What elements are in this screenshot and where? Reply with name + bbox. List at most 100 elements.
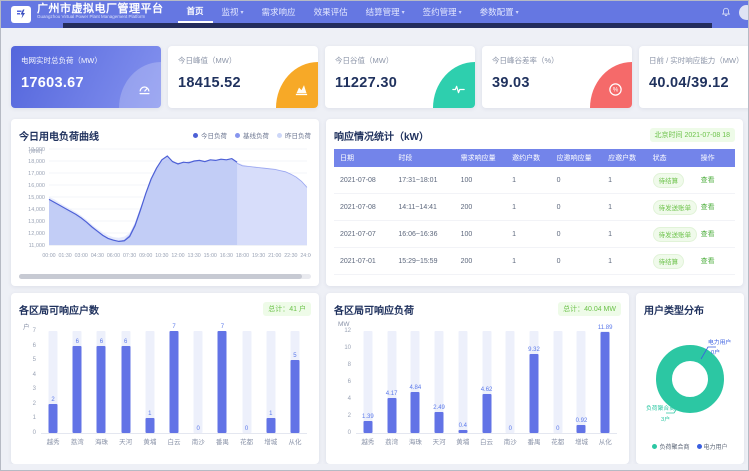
svg-text:%: % — [612, 86, 618, 93]
cell-date: 2021-07-08 — [334, 194, 395, 221]
view-link[interactable]: 查看 — [701, 177, 715, 184]
legend-label: 负荷聚合商 — [659, 442, 689, 451]
nav-item-settlement[interactable]: 结算管理▾ — [357, 1, 414, 23]
bar — [218, 331, 227, 433]
cell-responded_users: 1 — [605, 221, 649, 248]
bar-增城: 1 — [259, 331, 283, 433]
nav-item-effect-eval[interactable]: 效果评估 — [305, 1, 357, 23]
district-users-panel: 各区局可响应户数 总计：41 户 户0123456726661707015越秀荔… — [11, 293, 319, 464]
bar-value-label: 6 — [76, 339, 79, 345]
nav-item-home[interactable]: 首页 — [178, 1, 213, 23]
main-nav: 首页监视▾需求响应效果评估结算管理▾签约管理▾参数配置▾ — [178, 1, 528, 23]
bar-海珠: 6 — [89, 331, 113, 433]
x-axis-label: 天河 — [114, 436, 138, 446]
bar-track — [553, 331, 562, 433]
x-axis-label: 南沙 — [186, 436, 210, 446]
svg-text:00:00: 00:00 — [42, 253, 55, 259]
notification-bell-icon[interactable] — [721, 7, 731, 17]
svg-text:3户: 3户 — [661, 415, 670, 423]
svg-text:16:30: 16:30 — [220, 253, 233, 259]
bar — [49, 404, 58, 433]
view-link[interactable]: 查看 — [701, 258, 715, 265]
cell-invited: 1 — [509, 194, 553, 221]
nav-item-params[interactable]: 参数配置▾ — [471, 1, 528, 23]
cell-status: 待结算 — [650, 167, 698, 194]
pulse-icon — [451, 82, 466, 97]
cell-responded_users: 1 — [605, 194, 649, 221]
beijing-time-badge: 北京时间 2021-07-08 18 — [650, 128, 735, 142]
table-col-3: 需求响应量 — [458, 149, 510, 167]
district-users-total-badge: 总计：41 户 — [263, 302, 311, 316]
y-axis-tick: 6 — [334, 379, 351, 385]
x-axis-label: 黄埔 — [138, 436, 162, 446]
view-link[interactable]: 查看 — [701, 231, 715, 238]
nav-item-monitor[interactable]: 监视▾ — [213, 1, 253, 23]
legend-item-昨日负荷[interactable]: 昨日负荷 — [277, 130, 311, 140]
bar-value-label: 11.89 — [598, 325, 613, 331]
nav-item-label: 结算管理 — [366, 6, 400, 18]
bar-value-label: 6 — [100, 339, 103, 345]
cell-demand: 100 — [458, 221, 510, 248]
legend-item-今日负荷[interactable]: 今日负荷 — [193, 130, 227, 140]
legend-label: 昨日负荷 — [285, 130, 311, 140]
cell-responded_amount: 0 — [554, 167, 606, 194]
nav-item-label: 首页 — [187, 5, 204, 17]
bar-value-label: 5 — [293, 353, 296, 359]
y-axis-tick: 7 — [19, 328, 36, 334]
bar-chart-unit: MW — [338, 321, 621, 331]
legend-dot-icon — [193, 133, 198, 138]
bar-黄埔: 0.4 — [451, 331, 475, 433]
legend-item-电力用户[interactable]: 电力用户 — [697, 442, 728, 451]
bar — [121, 346, 130, 433]
kpi-card-label: 电网实时总负荷（MW） — [21, 55, 151, 66]
legend-item-负荷聚合商[interactable]: 负荷聚合商 — [652, 442, 689, 451]
bar-荔湾: 6 — [65, 331, 89, 433]
x-axis-label: 南沙 — [498, 436, 522, 446]
cell-demand: 200 — [458, 248, 510, 275]
svg-text:09:00: 09:00 — [139, 253, 152, 259]
svg-text:07:30: 07:30 — [123, 253, 136, 259]
table-row: 2021-07-0817:31~18:01100101待结算查看 — [334, 167, 735, 194]
table-col-7: 状态 — [650, 149, 698, 167]
legend-dot-icon — [697, 444, 702, 449]
bar-黄埔: 1 — [138, 331, 162, 433]
app-logo — [11, 6, 31, 23]
table-col-1: 日期 — [334, 149, 395, 167]
nav-item-demand-response[interactable]: 需求响应 — [253, 1, 305, 23]
user-type-donut: 电力用户0户负荷聚合商3户 — [644, 317, 736, 435]
peak-chart-icon — [294, 82, 309, 97]
user-avatar[interactable] — [739, 5, 749, 20]
y-axis-tick: 12 — [334, 328, 351, 334]
y-axis-tick: 3 — [19, 386, 36, 392]
svg-text:11,000: 11,000 — [29, 243, 45, 249]
legend-item-基线负荷[interactable]: 基线负荷 — [235, 130, 269, 140]
nav-item-contract[interactable]: 签约管理▾ — [414, 1, 471, 23]
district-load-total-badge: 总计：40.04 MW — [558, 302, 621, 316]
svg-text:04:30: 04:30 — [91, 253, 104, 259]
table-col-2: 时段 — [395, 149, 457, 167]
bar-track — [242, 331, 251, 433]
bar-番禺: 9.32 — [522, 331, 546, 433]
chart-scrollbar-thumb[interactable] — [19, 274, 302, 279]
bar — [577, 425, 586, 433]
x-axis-label: 海珠 — [89, 436, 113, 446]
table-col-6: 应邀户数 — [605, 149, 649, 167]
bar — [363, 421, 372, 433]
bar — [482, 394, 491, 433]
bar-value-label: 1 — [269, 411, 272, 417]
cell-action: 查看 — [698, 194, 735, 221]
chevron-down-icon: ▾ — [516, 9, 519, 16]
view-link[interactable]: 查看 — [701, 204, 715, 211]
bar-value-label: 2 — [51, 397, 54, 403]
svg-text:13,000: 13,000 — [28, 219, 45, 225]
user-type-title: 用户类型分布 — [644, 302, 704, 317]
legend-label: 电力用户 — [704, 442, 728, 451]
bar-chart-plot: 0246810121.394.174.842.490.44.6209.3200.… — [356, 331, 617, 434]
cell-invited: 1 — [509, 221, 553, 248]
bar-value-label: 2.49 — [433, 405, 445, 411]
nav-item-label: 效果评估 — [314, 6, 348, 18]
x-axis-label: 增城 — [259, 436, 283, 446]
x-axis-label: 越秀 — [41, 436, 65, 446]
y-axis-tick: 6 — [19, 343, 36, 349]
bar-value-label: 0.4 — [459, 423, 467, 429]
